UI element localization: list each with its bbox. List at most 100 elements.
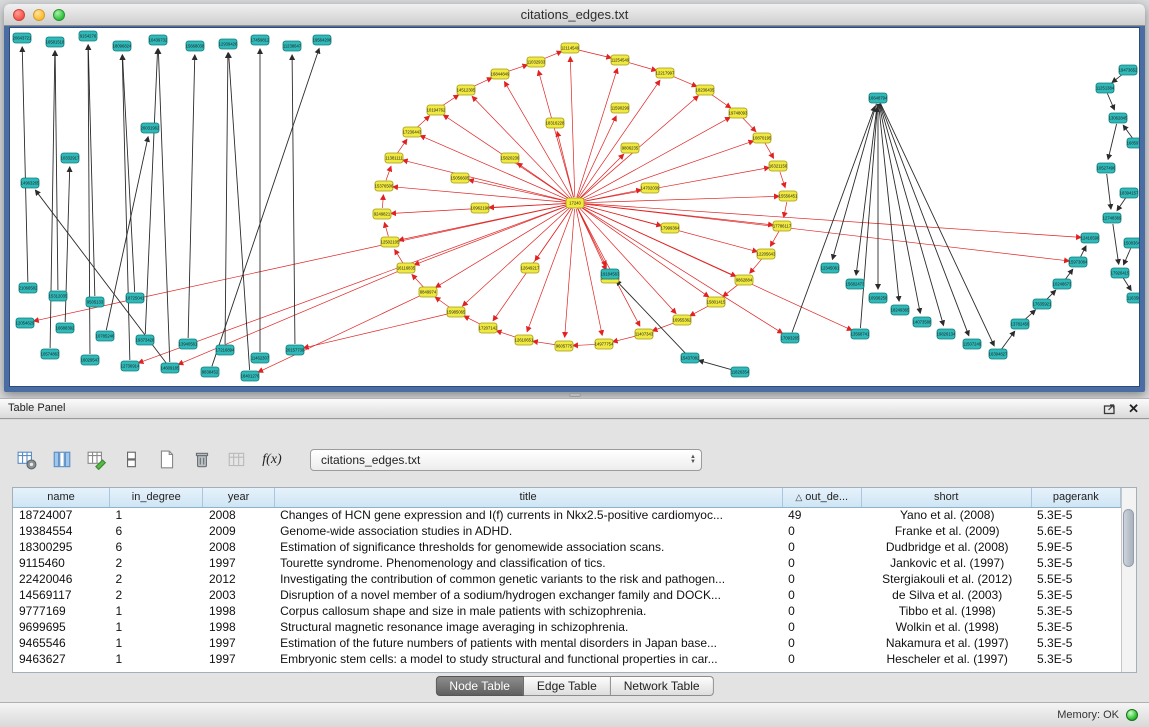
network-edge[interactable]	[50, 51, 55, 348]
network-node[interactable]: 12736914	[121, 361, 140, 371]
network-edge[interactable]	[570, 57, 575, 197]
network-node[interactable]: 19564208	[313, 35, 332, 45]
network-edge[interactable]	[1124, 249, 1131, 265]
network-node[interactable]: 21066582	[19, 283, 38, 293]
table-row[interactable]: 977716911998Corpus callosum shape and si…	[13, 603, 1121, 619]
network-node[interactable]: 15682473	[846, 279, 865, 289]
table-row[interactable]: 946362711997Embryonic stem cells: a mode…	[13, 651, 1121, 667]
row-options-button[interactable]	[119, 447, 145, 473]
network-node[interactable]: 15801415	[707, 297, 726, 307]
network-edge[interactable]	[382, 195, 383, 208]
network-node[interactable]: 15820236	[501, 153, 520, 163]
window-titlebar[interactable]: citations_edges.txt	[4, 4, 1145, 26]
network-canvas-svg[interactable]: 1724012114549112545491221799718236435197…	[10, 28, 1139, 386]
tab-edge-table[interactable]: Edge Table	[524, 676, 611, 696]
network-edge[interactable]	[579, 154, 623, 198]
network-node[interactable]: 13568741	[851, 329, 870, 339]
network-node[interactable]: 14609185	[161, 363, 180, 373]
network-node[interactable]: 19373428	[136, 335, 155, 345]
network-node[interactable]: 15437082	[681, 353, 700, 363]
network-edge[interactable]	[538, 71, 573, 198]
network-node[interactable]: 17999364	[661, 223, 680, 233]
network-edge[interactable]	[710, 93, 731, 107]
network-node[interactable]: 16688392	[56, 323, 75, 333]
network-edge[interactable]	[386, 166, 391, 180]
network-node[interactable]: 10527496	[1097, 163, 1116, 173]
network-edge[interactable]	[55, 51, 58, 290]
network-node[interactable]: 14702039	[641, 183, 660, 193]
network-node[interactable]: 8849974	[419, 287, 437, 297]
network-node[interactable]: 15312035	[49, 291, 68, 301]
function-builder-button[interactable]: f(x)	[259, 447, 285, 473]
network-node[interactable]: 10936258	[869, 293, 888, 303]
network-node[interactable]: 15556451	[779, 191, 798, 201]
network-edge[interactable]	[1024, 310, 1035, 320]
network-edge[interactable]	[384, 223, 388, 237]
network-node[interactable]: 12217997	[656, 68, 675, 78]
network-node[interactable]: 18236435	[696, 85, 715, 95]
network-node[interactable]: 9605775	[555, 341, 573, 351]
network-edge[interactable]	[1113, 224, 1119, 264]
network-node[interactable]: 9838452	[201, 367, 219, 377]
network-node[interactable]: 15056605	[451, 173, 470, 183]
network-node[interactable]: 16116835	[397, 263, 416, 273]
network-node[interactable]: 10574863	[41, 349, 60, 359]
network-node[interactable]: 12114549	[561, 43, 580, 53]
network-node[interactable]: 9505133	[86, 297, 104, 307]
network-node[interactable]: 17216894	[216, 345, 235, 355]
table-row[interactable]: 911546021997Tourette syndrome. Phenomeno…	[13, 555, 1121, 571]
network-edge[interactable]	[469, 180, 569, 202]
network-node[interactable]: 15083642	[1124, 238, 1139, 248]
tab-network-table[interactable]: Network Table	[611, 676, 714, 696]
network-node[interactable]: 17093265	[781, 333, 800, 343]
network-node[interactable]: 16394827	[989, 349, 1008, 359]
network-node[interactable]: 11407343	[635, 329, 654, 339]
network-edge[interactable]	[292, 55, 295, 344]
network-edge[interactable]	[212, 49, 319, 367]
network-node[interactable]: 10194762	[427, 105, 446, 115]
network-canvas[interactable]: 1724012114549112545491221799718236435197…	[9, 27, 1140, 387]
network-node[interactable]: 11381111	[385, 153, 403, 163]
network-edge[interactable]	[472, 96, 571, 198]
network-node[interactable]: 12345061	[821, 263, 840, 273]
table-scrollbar[interactable]	[1121, 488, 1136, 672]
network-node[interactable]: 16581518	[46, 37, 65, 47]
network-edge[interactable]	[581, 190, 641, 202]
network-node[interactable]: 10332917	[61, 153, 80, 163]
network-edge[interactable]	[258, 295, 422, 373]
network-edge[interactable]	[397, 139, 406, 153]
network-node[interactable]: 10439732	[149, 35, 168, 45]
network-node[interactable]: 12939426	[219, 39, 238, 49]
network-node[interactable]: 26031962	[141, 123, 160, 133]
network-node[interactable]: 15973084	[1069, 257, 1088, 267]
network-node[interactable]: 18249365	[891, 305, 910, 315]
table-options-button[interactable]	[14, 447, 40, 473]
network-node[interactable]: 18316228	[546, 118, 565, 128]
network-node[interactable]: 12748369	[1103, 213, 1122, 223]
network-node[interactable]: 18394157	[1120, 188, 1139, 198]
network-node[interactable]: 12502105	[381, 237, 400, 247]
network-node[interactable]: 9806235	[621, 143, 639, 153]
network-edge[interactable]	[577, 69, 617, 198]
table-selector-dropdown[interactable]: citations_edges.txt ▲▼	[310, 449, 702, 471]
network-node[interactable]: 11238647	[283, 41, 302, 51]
network-edge[interactable]	[1117, 198, 1126, 211]
network-edge[interactable]	[414, 205, 569, 265]
network-edge[interactable]	[1123, 125, 1132, 138]
network-edge[interactable]	[22, 47, 28, 282]
network-edge[interactable]	[1107, 174, 1111, 209]
column-header-name[interactable]: name	[13, 488, 110, 507]
network-node[interactable]: 12610651	[515, 335, 534, 345]
network-node[interactable]: 16029547	[81, 355, 100, 365]
network-edge[interactable]	[1002, 331, 1015, 349]
column-header-out_degree[interactable]: △out_de...	[782, 488, 861, 507]
network-edge[interactable]	[122, 55, 130, 360]
network-edge[interactable]	[1046, 290, 1055, 299]
network-node[interactable]: 11254549	[611, 55, 630, 65]
table-row[interactable]: 969969511998Structural magnetic resonanc…	[13, 619, 1121, 635]
network-edge[interactable]	[671, 75, 697, 86]
network-node[interactable]: 12416598	[1081, 233, 1100, 243]
network-edge[interactable]	[533, 341, 558, 345]
network-edge[interactable]	[188, 55, 195, 338]
network-node[interactable]: 18401276	[241, 371, 260, 381]
